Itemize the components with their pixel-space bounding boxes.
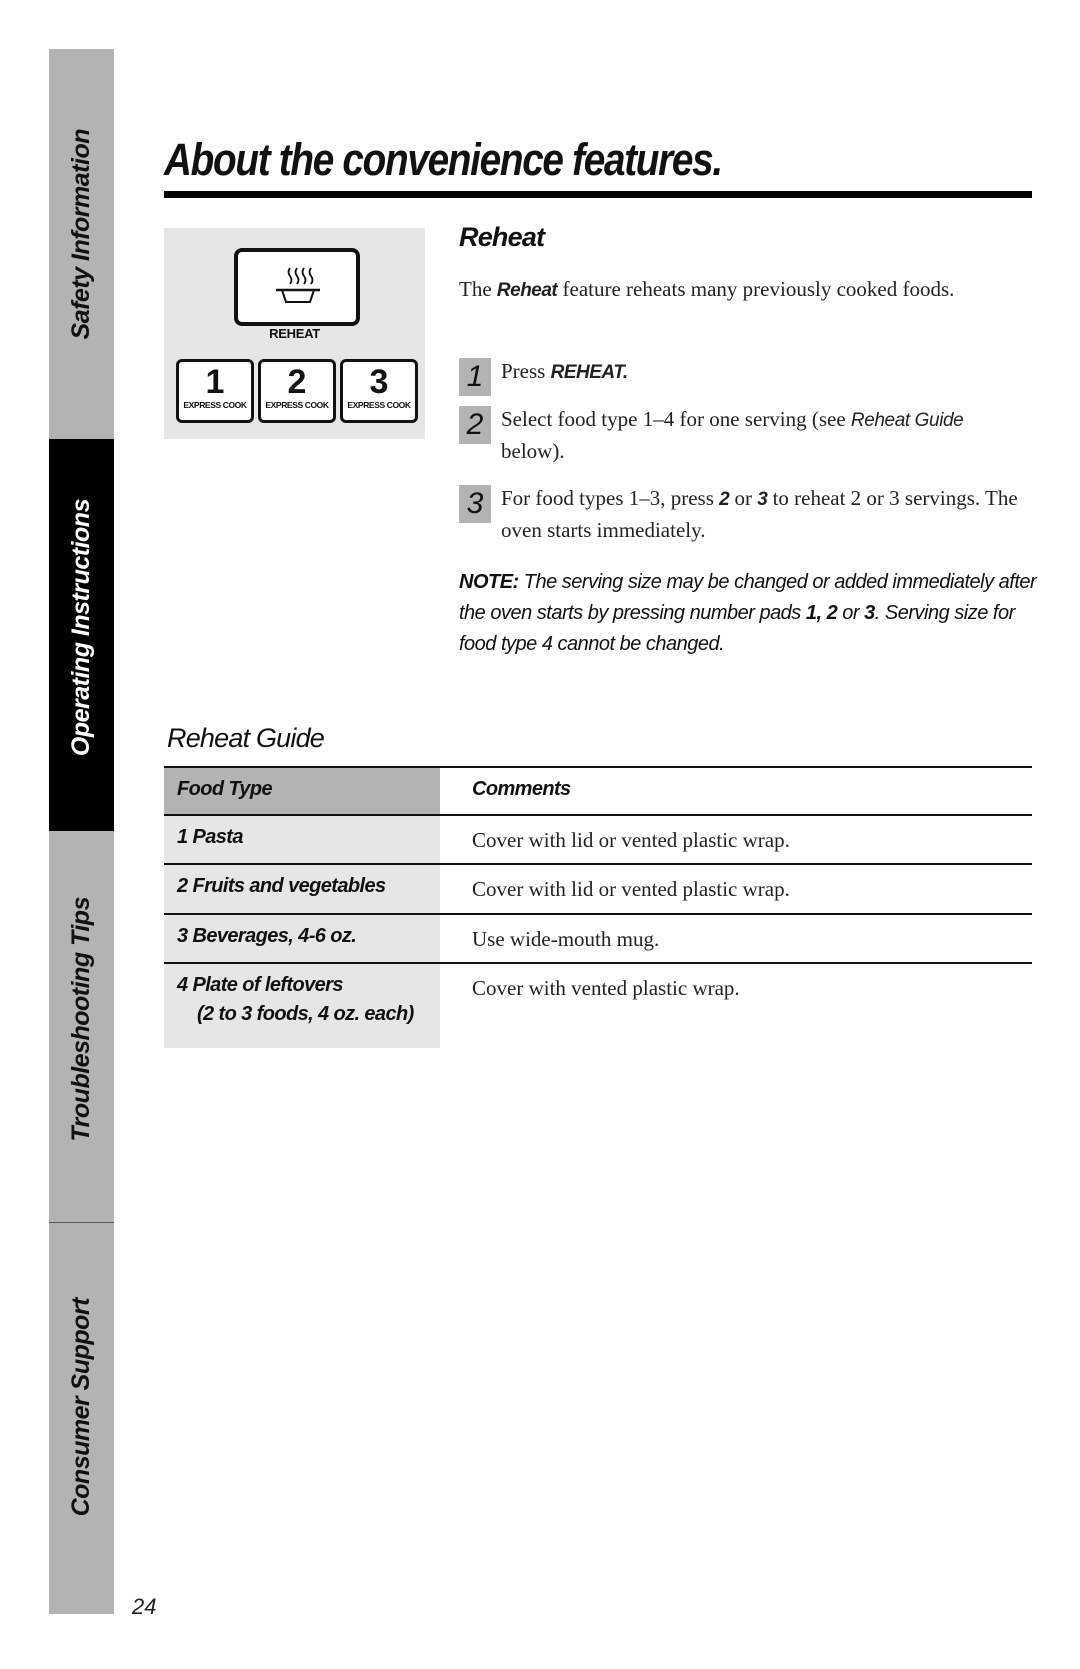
step-text-italic: Reheat Guide [850, 410, 964, 431]
intro-bold: Reheat [496, 280, 558, 301]
pad-label: EXPRESS COOK [347, 400, 411, 410]
food-type-text: 4 Plate of leftovers [177, 974, 343, 996]
table-row: 3 Beverages, 4-6 oz. Use wide-mouth mug. [164, 913, 1032, 962]
table-row: 1 Pasta Cover with lid or vented plastic… [164, 814, 1032, 863]
sidebar-tab-consumer-support[interactable]: Consumer Support [49, 1223, 114, 1614]
page-number: 24 [132, 1594, 157, 1619]
table-row: 2 Fruits and vegetables Cover with lid o… [164, 863, 1032, 913]
step-text: For food types 1–3, press 2 or 3 to rehe… [501, 483, 1021, 546]
control-panel-illustration: REHEAT 1 EXPRESS COOK 2 EXPRESS COOK 3 E… [164, 228, 425, 439]
section-title: Reheat [459, 222, 545, 252]
comment-cell: Cover with lid or vented plastic wrap. [472, 877, 790, 901]
sidebar-tab-label: Consumer Support [67, 1298, 95, 1517]
step-text-part: Select food type 1–4 for one serving (se… [501, 407, 851, 431]
page-title: About the convenience features. [164, 134, 723, 185]
food-type-cell: 1 Pasta [164, 816, 440, 863]
reheat-guide-title: Reheat Guide [167, 723, 325, 753]
table-header-row: Food Type Comments [164, 766, 1032, 814]
food-type-cell: 4 Plate of leftovers (2 to 3 foods, 4 oz.… [164, 964, 440, 1048]
table-row: 4 Plate of leftovers (2 to 3 foods, 4 oz.… [164, 962, 1032, 1048]
food-type-cell: 2 Fruits and vegetables [164, 865, 440, 913]
sidebar-tab-troubleshooting-tips[interactable]: Troubleshooting Tips [49, 831, 114, 1222]
note-label: NOTE: [459, 571, 519, 593]
comment-cell: Cover with vented plastic wrap. [472, 976, 740, 1000]
note-text: or [837, 602, 865, 624]
pad-number: 2 [287, 363, 307, 401]
sidebar-tab-label: Troubleshooting Tips [67, 897, 95, 1142]
step-text-part: or [729, 486, 758, 510]
sidebar-tab-label: Operating Instructions [67, 499, 95, 757]
reheat-pad-label: REHEAT [269, 326, 320, 341]
note-bold: 1, [805, 602, 822, 624]
express-cook-pad-3: 3 EXPRESS COOK [340, 359, 418, 423]
step-number-badge: 2 [459, 406, 491, 444]
note-bold: 2 [826, 602, 838, 624]
express-cook-pad-1: 1 EXPRESS COOK [176, 359, 254, 423]
reheat-guide-table: Food Type Comments 1 Pasta Cover with li… [164, 766, 1032, 1048]
step-text-bold: REHEAT. [550, 362, 629, 383]
step-text: Press REHEAT. [501, 356, 1021, 388]
column-header-food-type: Food Type [164, 768, 440, 814]
pad-number: 3 [369, 363, 389, 401]
step-text: Select food type 1–4 for one serving (se… [501, 404, 1021, 467]
pad-label: EXPRESS COOK [265, 400, 329, 410]
note-paragraph: NOTE: The serving size may be changed or… [459, 567, 1039, 660]
step-text-part: For food types 1–3, press [501, 486, 720, 510]
food-type-cell: 3 Beverages, 4-6 oz. [164, 915, 440, 962]
comment-cell: Cover with lid or vented plastic wrap. [472, 828, 790, 852]
step-text-bold: 2 [719, 489, 730, 510]
step-text-bold: 3 [757, 489, 768, 510]
title-rule [164, 191, 1032, 198]
pad-label: EXPRESS COOK [183, 400, 247, 410]
reheat-pad [234, 248, 360, 326]
column-header-comments: Comments [472, 778, 571, 800]
step-number-badge: 1 [459, 358, 491, 396]
sidebar-tab-label: Safety Information [67, 129, 95, 340]
pad-number: 1 [205, 363, 225, 401]
comment-cell: Use wide-mouth mug. [472, 927, 660, 951]
step-number-badge: 3 [459, 485, 491, 523]
express-cook-pad-2: 2 EXPRESS COOK [258, 359, 336, 423]
sidebar-tab-safety-information[interactable]: Safety Information [49, 49, 114, 439]
note-bold: 3 [864, 602, 875, 624]
sidebar-tab-operating-instructions[interactable]: Operating Instructions [49, 439, 114, 831]
step-text-part: below). [501, 439, 565, 463]
step-text-part: Press [501, 359, 551, 383]
steaming-dish-icon [276, 267, 320, 303]
intro-paragraph: The Reheat feature reheats many previous… [459, 274, 979, 306]
intro-text: feature reheats many previously cooked f… [557, 277, 955, 301]
intro-text: The [459, 277, 497, 301]
food-type-subtext: (2 to 3 foods, 4 oz. each) [197, 1003, 414, 1025]
